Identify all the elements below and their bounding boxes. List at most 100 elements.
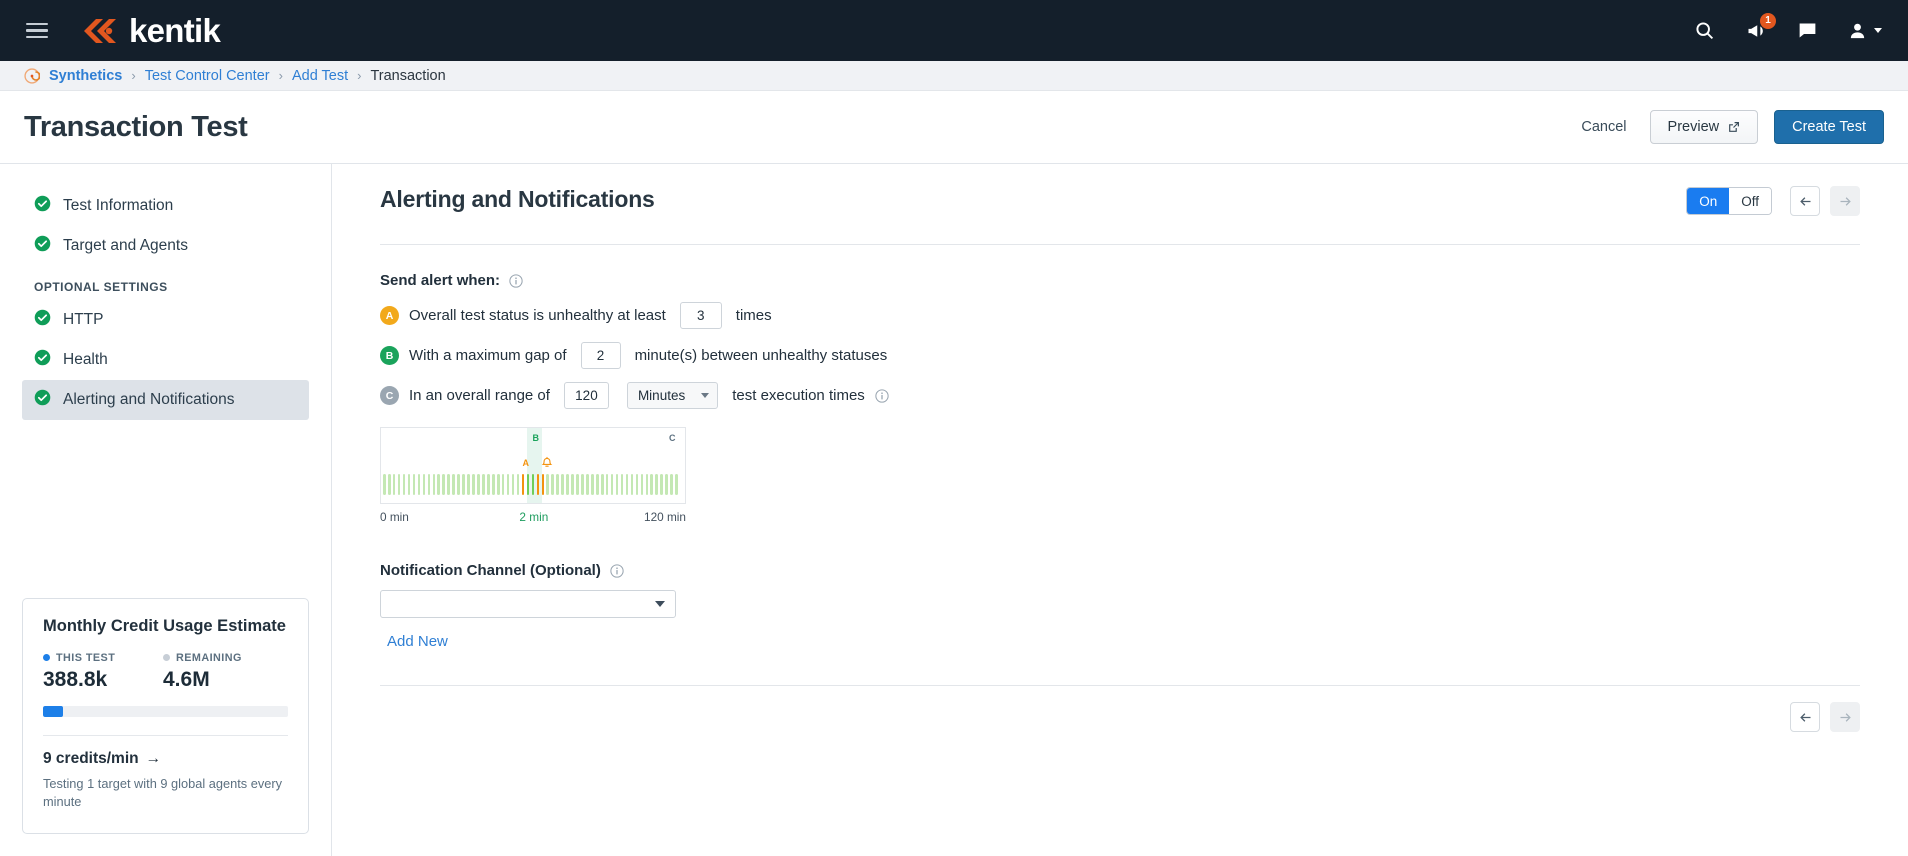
user-avatar-icon[interactable] [1848, 21, 1882, 41]
chart-bar [397, 474, 401, 495]
chart-bar [605, 474, 609, 495]
toggle-on-button[interactable]: On [1687, 188, 1730, 214]
notification-channel-label: Notification Channel (Optional) [380, 562, 1860, 579]
bottom-divider [380, 685, 1860, 686]
add-new-channel-link[interactable]: Add New [387, 633, 448, 650]
info-icon[interactable] [610, 563, 624, 578]
topnav-actions: 1 [1694, 12, 1882, 41]
credit-card-note: Testing 1 target with 9 global agents ev… [43, 775, 283, 809]
hamburger-menu-icon[interactable] [26, 19, 48, 43]
check-circle-icon [34, 389, 51, 411]
cancel-button[interactable]: Cancel [1574, 110, 1633, 144]
credit-remaining-text: REMAINING [176, 651, 242, 664]
info-icon[interactable] [509, 273, 523, 288]
chart-bar [412, 474, 416, 495]
bottom-previous-button[interactable] [1790, 702, 1820, 732]
chart-bar [586, 474, 589, 495]
sidebar-item-test-information[interactable]: Test Information [22, 186, 309, 226]
check-circle-icon [34, 235, 51, 257]
sidebar-item-http[interactable]: HTTP [22, 300, 309, 340]
sidebar-item-label: Health [63, 351, 108, 368]
chart-bar [581, 474, 584, 495]
chart-bar [467, 474, 470, 495]
credit-card-title: Monthly Credit Usage Estimate [43, 616, 286, 635]
info-icon[interactable] [875, 388, 889, 403]
breadcrumb-item-test-control-center[interactable]: Test Control Center [145, 68, 270, 84]
breadcrumb-item-transaction: Transaction [370, 67, 446, 84]
chart-bar [506, 474, 510, 495]
condition-badge-a: A [380, 306, 399, 325]
chart-bar [640, 474, 644, 495]
chart-annotation-a: A [522, 458, 530, 468]
chart-bar [462, 474, 465, 495]
max-gap-input[interactable] [580, 342, 621, 369]
create-test-button[interactable]: Create Test [1774, 110, 1884, 144]
chart-bar [591, 474, 594, 495]
page-header-actions: Cancel Preview Create Test [1574, 110, 1884, 144]
chart-bar [576, 474, 579, 495]
chart-bar [566, 474, 569, 495]
breadcrumb-item-synthetics[interactable]: Synthetics [49, 68, 122, 84]
divider [43, 734, 288, 736]
notification-channel-select[interactable] [380, 590, 676, 618]
credit-this-test-value: 388.8k [43, 667, 108, 691]
chart-bar [511, 474, 515, 495]
range-unit-select[interactable]: Minutes [626, 382, 719, 409]
legend-dot-this-test [43, 654, 50, 662]
sidebar-section-label: OPTIONAL SETTINGS [34, 280, 168, 294]
alerting-on-off-toggle[interactable]: On Off [1686, 187, 1772, 215]
chart-bar [477, 474, 480, 495]
overall-range-input[interactable] [563, 382, 609, 409]
section-header-controls: On Off [1686, 186, 1860, 216]
main-panel: Alerting and Notifications On Off Send a… [332, 164, 1908, 856]
main-panel-header: Alerting and Notifications On Off [380, 186, 1860, 216]
chart-x-tick-mid: 2 min [519, 510, 549, 524]
breadcrumb-item-add-test[interactable]: Add Test [292, 68, 348, 84]
chart-bar [447, 474, 450, 495]
credit-remaining: REMAINING 4.6M [163, 652, 283, 692]
chart-bar [561, 474, 564, 495]
sidebar-item-target-and-agents[interactable]: Target and Agents [22, 226, 309, 266]
chat-icon[interactable] [1797, 20, 1818, 41]
chart-bar [660, 474, 663, 495]
condition-row-c: C In an overall range of Minutes test ex… [380, 382, 1860, 409]
synthetics-icon [24, 67, 40, 84]
condition-badge-c: C [380, 386, 399, 405]
megaphone-icon[interactable]: 1 [1745, 12, 1776, 41]
chart-bar [600, 474, 604, 495]
chart-bar [635, 474, 639, 495]
condition-a-text-before: Overall test status is unhealthy at leas… [409, 307, 666, 324]
chevron-down-icon [701, 393, 710, 398]
preview-button-label: Preview [1667, 119, 1720, 135]
bottom-next-button[interactable] [1830, 702, 1860, 732]
monthly-credit-usage-card: Monthly Credit Usage Estimate THIS TEST … [22, 597, 309, 834]
chart-bar [625, 474, 629, 495]
credits-per-minute-link[interactable]: 9 credits/min → [43, 750, 288, 768]
chart-bar [541, 474, 545, 495]
sidebar-item-alerting-and-notifications[interactable]: Alerting and Notifications [22, 380, 309, 420]
chart-bar [387, 474, 391, 495]
sidebar-item-health[interactable]: Health [22, 340, 309, 380]
kentik-logo[interactable]: kentik [78, 12, 221, 50]
section-divider [380, 244, 1860, 245]
preview-button[interactable]: Preview [1649, 110, 1759, 144]
chart-bar [422, 474, 426, 495]
toggle-off-button[interactable]: Off [1729, 188, 1771, 214]
condition-row-a: A Overall test status is unhealthy at le… [380, 302, 1860, 329]
chart-bar [491, 474, 495, 495]
section-nav-buttons [1790, 186, 1860, 216]
chart-bars [381, 474, 685, 495]
chart-bar [526, 474, 530, 495]
credit-card-stats: THIS TEST 388.8k REMAINING 4.6M [43, 652, 288, 692]
credit-usage-progress-fill [43, 705, 63, 717]
chart-bar [551, 474, 554, 495]
next-section-button[interactable] [1830, 186, 1860, 216]
chart-bar [521, 474, 525, 495]
unhealthy-count-input[interactable] [679, 302, 722, 329]
credit-remaining-value: 4.6M [163, 667, 210, 691]
credit-remaining-label: REMAINING [163, 652, 283, 664]
chart-bar [531, 474, 535, 495]
chart-bar [595, 474, 599, 495]
search-icon[interactable] [1694, 20, 1715, 41]
previous-section-button[interactable] [1790, 186, 1820, 216]
